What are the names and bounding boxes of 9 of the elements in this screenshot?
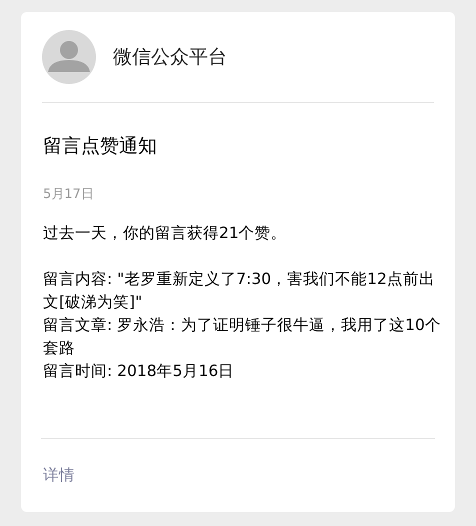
summary-text: 过去一天，你的留言获得21个赞。 [43, 223, 288, 244]
date-label: 5月17日 [43, 186, 95, 204]
account-name: 微信公众平台 [113, 44, 227, 70]
detail-line: 留言时间: 2018年5月16日 [43, 361, 236, 382]
detail-line: 留言文章: 罗永浩：为了证明锤子很牛逼，我用了这10个套路 [43, 315, 442, 359]
details-link[interactable]: 详情 [43, 464, 75, 488]
avatar-icon [42, 30, 96, 84]
detail-line: 留言内容: "老罗重新定义了7:30，害我们不能12点前出文[破涕为笑]" [43, 269, 436, 313]
notification-title: 留言点赞通知 [43, 134, 158, 159]
